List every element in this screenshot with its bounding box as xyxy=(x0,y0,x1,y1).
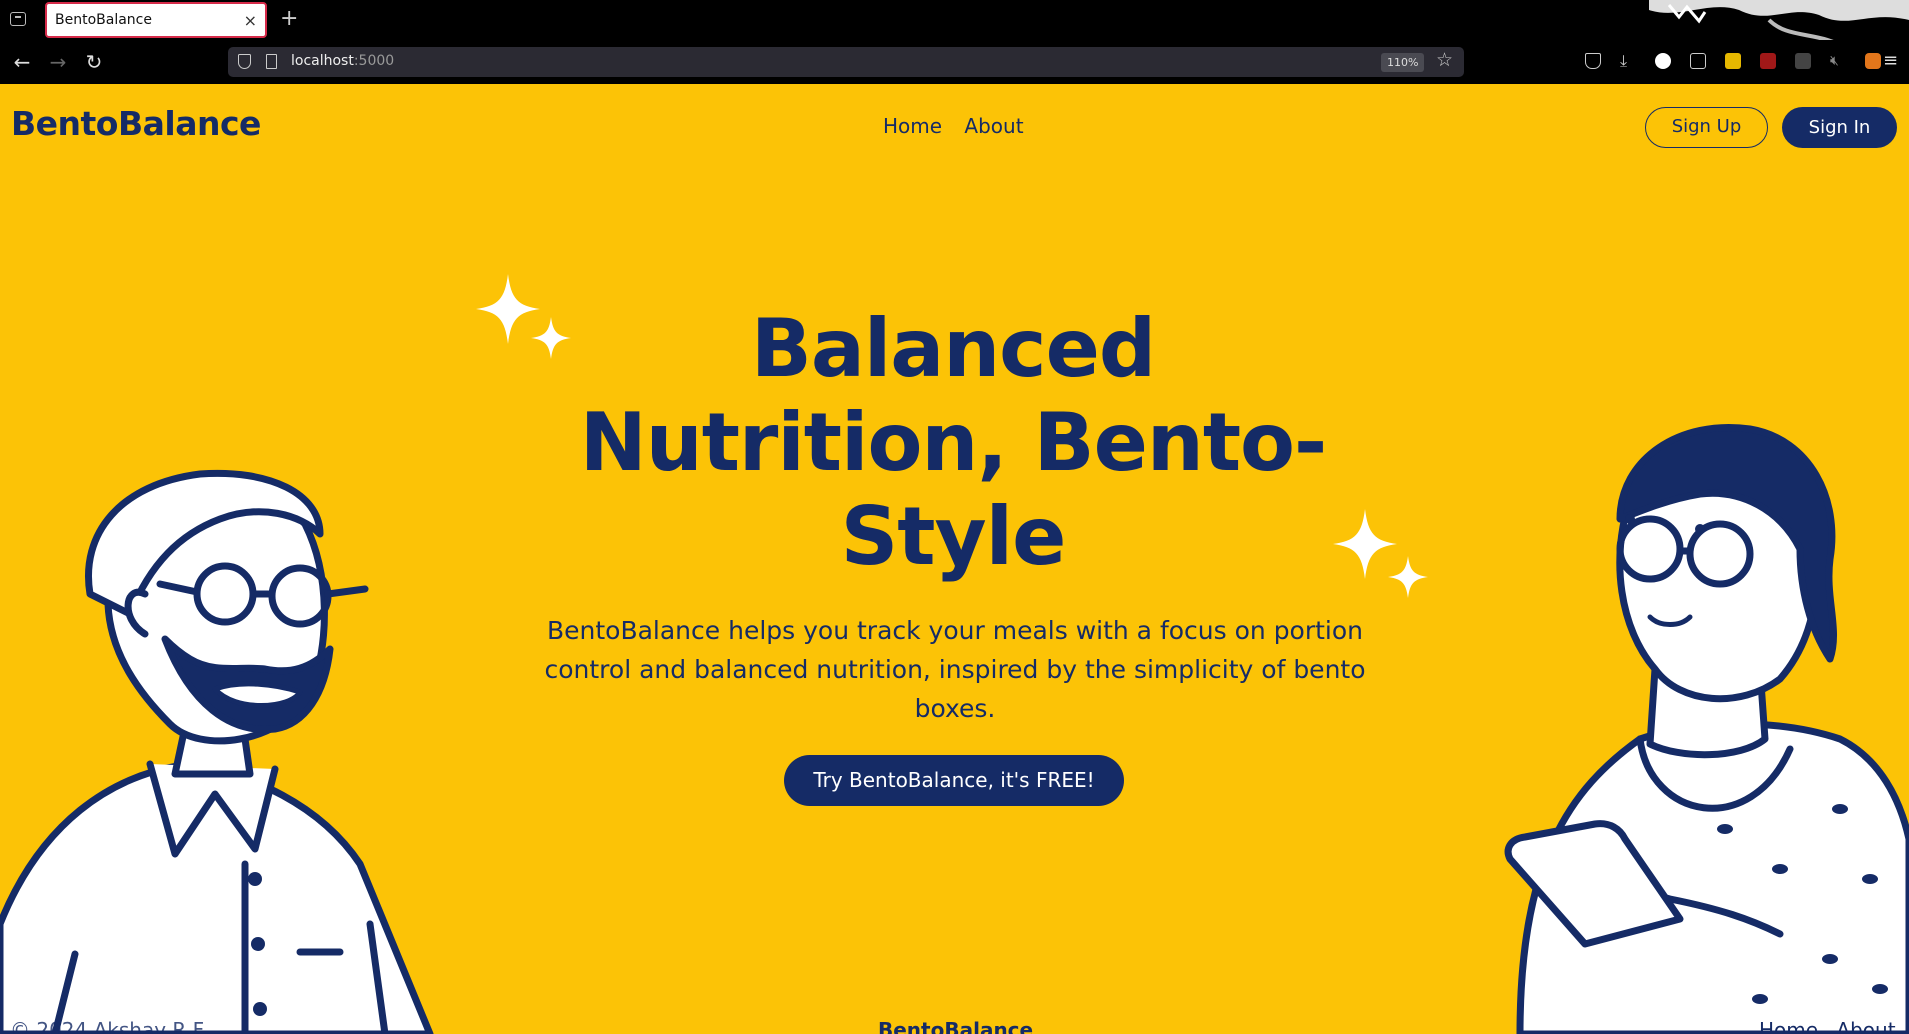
reload-icon[interactable]: ↻ xyxy=(82,50,106,74)
footer-link-home[interactable]: Home xyxy=(1759,1018,1818,1034)
hero-subtitle: BentoBalance helps you track your meals … xyxy=(544,616,1366,723)
sign-in-button[interactable]: Sign In xyxy=(1782,107,1897,148)
close-icon[interactable]: × xyxy=(244,11,257,30)
forward-icon[interactable]: → xyxy=(46,50,70,74)
url-text[interactable]: localhost:5000 xyxy=(291,53,394,69)
try-free-button[interactable]: Try BentoBalance, it's FREE! xyxy=(784,755,1124,806)
menu-icon[interactable]: ≡ xyxy=(1883,52,1898,70)
back-icon[interactable]: ← xyxy=(10,50,34,74)
browser-tab-bar: BentoBalance × + xyxy=(0,0,1909,72)
address-bar[interactable]: localhost:5000 110% ☆ xyxy=(228,47,1464,77)
metamask-icon[interactable] xyxy=(1865,53,1881,69)
page-icon xyxy=(266,54,277,69)
nav-link-about[interactable]: About xyxy=(964,114,1023,138)
color-extension-icon[interactable] xyxy=(1725,53,1741,69)
nav-link-home[interactable]: Home xyxy=(883,114,942,138)
mute-icon[interactable]: 🔇︎ xyxy=(1830,53,1846,69)
plus-icon[interactable]: + xyxy=(280,6,298,31)
download-icon[interactable]: ⤓ xyxy=(1620,53,1636,69)
extension-icon[interactable] xyxy=(1690,53,1706,69)
tab-list-icon[interactable] xyxy=(10,12,26,26)
tab-title: BentoBalance xyxy=(55,12,152,28)
bearded-man-illustration xyxy=(0,469,434,1034)
pocket-icon[interactable] xyxy=(1585,53,1601,69)
woman-with-phone-illustration xyxy=(1504,424,1909,1034)
hero-title: Balanced Nutrition, Bento- Style xyxy=(579,302,1327,583)
browser-tab[interactable]: BentoBalance × xyxy=(45,2,267,38)
site-logo[interactable]: BentoBalance xyxy=(11,104,261,143)
main-nav: Home About xyxy=(883,114,1040,138)
shield-icon[interactable] xyxy=(238,54,251,69)
zoom-badge[interactable]: 110% xyxy=(1381,53,1425,72)
browser-toolbar: ← → ↻ localhost:5000 110% ☆ ⤓ 🔇︎ ≡ xyxy=(0,40,1909,84)
footer-nav: Home About xyxy=(1747,1018,1896,1034)
footer-copyright: © 2024 Akshay R F xyxy=(10,1018,205,1034)
extension-icon[interactable] xyxy=(1795,53,1811,69)
star-icon[interactable]: ☆ xyxy=(1436,49,1453,71)
footer-link-about[interactable]: About xyxy=(1836,1018,1895,1034)
sign-up-button[interactable]: Sign Up xyxy=(1645,107,1768,148)
grammarly-icon[interactable] xyxy=(1655,53,1671,69)
ublock-icon[interactable] xyxy=(1760,53,1776,69)
footer-brand[interactable]: BentoBalance xyxy=(878,1018,1033,1034)
page-content: BentoBalance Home About Sign Up Sign In … xyxy=(0,84,1909,1034)
